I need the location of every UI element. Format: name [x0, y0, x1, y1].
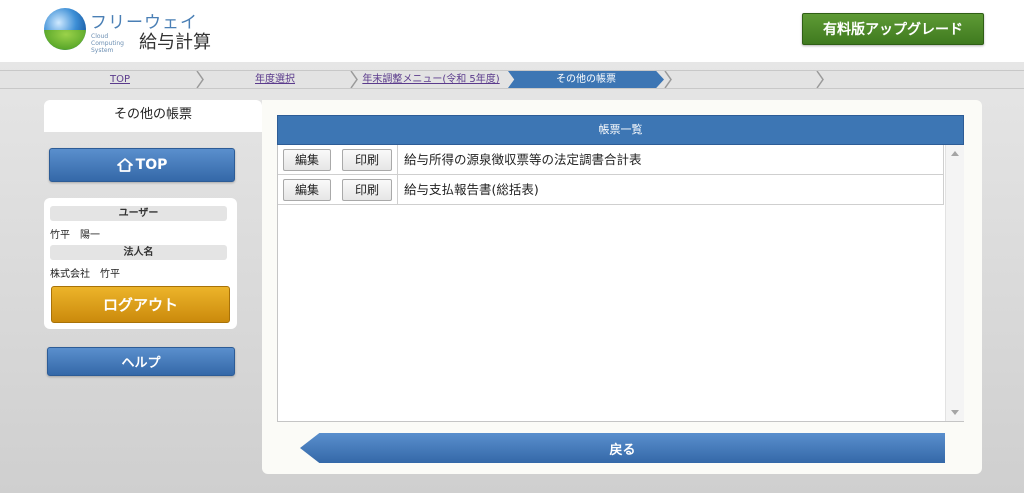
logout-button[interactable]: ログアウト [51, 286, 230, 323]
top-button[interactable]: TOP [49, 148, 235, 182]
breadcrumb-separator-icon [816, 71, 824, 88]
breadcrumb-separator-icon [664, 71, 672, 88]
print-button[interactable]: 印刷 [342, 149, 392, 171]
list-title: 帳票一覧 [277, 115, 964, 145]
user-name: 竹平 陽一 [50, 230, 100, 241]
app-header: フリーウェイ Cloud Computing System 給与計算 有料版アッ… [0, 0, 1024, 62]
main-panel: 帳票一覧 編集 印刷 給与所得の源泉徴収票等の法定調書合計表 編集 印刷 給与支… [262, 100, 982, 474]
form-list: 編集 印刷 給与所得の源泉徴収票等の法定調書合計表 編集 印刷 給与支払報告書(… [277, 145, 964, 422]
print-button[interactable]: 印刷 [342, 179, 392, 201]
sidebar-tab-title: その他の帳票 [44, 100, 262, 132]
logo-tagline: Cloud Computing System [91, 33, 124, 54]
row-actions: 編集 印刷 [278, 145, 398, 174]
help-button[interactable]: ヘルプ [47, 347, 235, 376]
globe-logo-icon [44, 8, 86, 50]
corporation-label: 法人名 [50, 245, 227, 260]
top-button-label: TOP [135, 157, 168, 173]
logo-product-name: 給与計算 [139, 32, 211, 53]
home-icon [116, 158, 133, 172]
arrow-down-icon[interactable] [951, 410, 959, 415]
breadcrumb-item-year[interactable]: 年度選択 [200, 71, 350, 88]
arrow-up-icon[interactable] [951, 151, 959, 156]
breadcrumb: TOP 年度選択 年末調整メニュー(令和 5年度) その他の帳票 [0, 70, 1024, 89]
breadcrumb-item-top[interactable]: TOP [45, 71, 195, 88]
form-title: 給与支払報告書(総括表) [404, 182, 539, 197]
list-item: 編集 印刷 給与支払報告書(総括表) [278, 175, 944, 205]
form-title: 給与所得の源泉徴収票等の法定調書合計表 [404, 152, 642, 167]
back-button[interactable]: 戻る [300, 433, 945, 463]
user-label: ユーザー [50, 206, 227, 221]
edit-button[interactable]: 編集 [283, 179, 331, 201]
list-scrollbar[interactable] [945, 145, 964, 421]
corporation-name: 株式会社 竹平 [50, 269, 120, 280]
list-item: 編集 印刷 給与所得の源泉徴収票等の法定調書合計表 [278, 145, 944, 175]
breadcrumb-item-menu[interactable]: 年末調整メニュー(令和 5年度) [356, 71, 506, 88]
app-logo[interactable]: フリーウェイ Cloud Computing System 給与計算 [44, 6, 224, 54]
user-info-box: ユーザー 竹平 陽一 法人名 株式会社 竹平 ログアウト [44, 198, 237, 329]
edit-button[interactable]: 編集 [283, 149, 331, 171]
breadcrumb-current: その他の帳票 [508, 71, 664, 88]
upgrade-button[interactable]: 有料版アップグレード [802, 13, 984, 45]
row-actions: 編集 印刷 [278, 175, 398, 204]
